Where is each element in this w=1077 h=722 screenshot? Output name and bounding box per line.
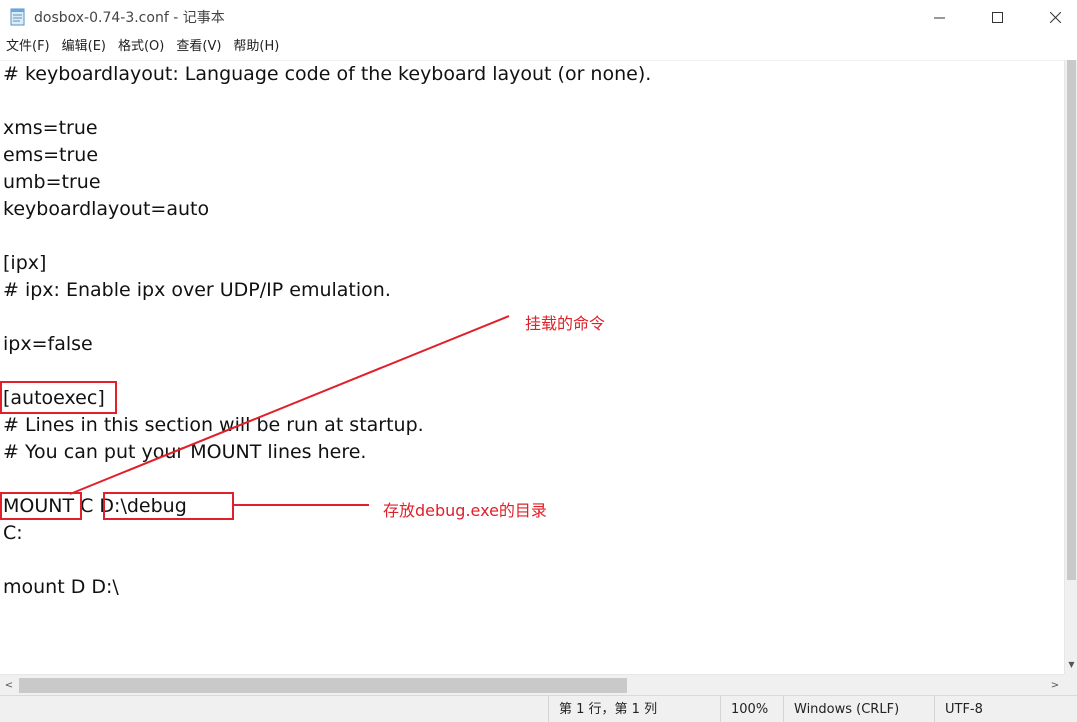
cursor-position: 第 1 行，第 1 列 — [548, 696, 657, 722]
line-ending: Windows (CRLF) — [783, 696, 899, 722]
minimize-button[interactable] — [914, 0, 964, 34]
horizontal-scrollbar[interactable]: < > — [0, 674, 1064, 695]
menu-bar: 文件(F) 编辑(E) 格式(O) 查看(V) 帮助(H) — [0, 36, 285, 58]
text-line: keyboardlayout=auto — [3, 198, 210, 220]
text-line: mount D D:\ — [3, 576, 119, 598]
text-line: umb=true — [3, 171, 101, 193]
encoding: UTF-8 — [934, 696, 983, 722]
menu-help[interactable]: 帮助(H) — [227, 36, 285, 58]
text-line: # Lines in this section will be run at s… — [3, 414, 424, 436]
vertical-scroll-thumb[interactable] — [1067, 60, 1076, 580]
status-bar: 第 1 行，第 1 列 100% Windows (CRLF) UTF-8 — [0, 695, 1077, 722]
maximize-button[interactable] — [972, 0, 1022, 34]
menu-view[interactable]: 查看(V) — [170, 36, 227, 58]
maximize-icon — [991, 11, 1003, 23]
scrollbar-corner — [1064, 674, 1077, 695]
menu-file[interactable]: 文件(F) — [0, 36, 56, 58]
scroll-down-arrow-icon[interactable]: ▼ — [1065, 656, 1077, 672]
zoom-level: 100% — [720, 696, 768, 722]
vertical-scrollbar[interactable]: ▼ — [1064, 60, 1077, 674]
text-line: # You can put your MOUNT lines here. — [3, 441, 367, 463]
text-line: C: — [3, 522, 23, 544]
title-bar[interactable]: dosbox-0.74-3.conf - 记事本 — [0, 0, 1077, 34]
text-line: [ipx] — [3, 252, 47, 274]
text-line: xms=true — [3, 117, 98, 139]
window-title: dosbox-0.74-3.conf - 记事本 — [34, 10, 225, 26]
menu-edit[interactable]: 编辑(E) — [56, 36, 112, 58]
text-editor[interactable]: # keyboardlayout: Language code of the k… — [0, 60, 1064, 674]
text-line: ems=true — [3, 144, 99, 166]
scroll-left-arrow-icon[interactable]: < — [0, 675, 18, 696]
text-line: # keyboardlayout: Language code of the k… — [3, 63, 652, 85]
text-line: [autoexec] — [3, 387, 105, 409]
debug-dir-label: 存放debug.exe的目录 — [383, 501, 547, 520]
minimize-icon — [933, 12, 945, 23]
text-line: ipx=false — [3, 333, 93, 355]
scroll-right-arrow-icon[interactable]: > — [1046, 675, 1064, 696]
menu-format[interactable]: 格式(O) — [112, 36, 170, 58]
horizontal-scroll-thumb[interactable] — [19, 678, 627, 693]
mount-command-label: 挂载的命令 — [525, 314, 606, 333]
text-line: MOUNT C D:\debug — [3, 495, 187, 517]
close-button[interactable] — [1030, 0, 1077, 34]
notepad-icon — [9, 8, 26, 26]
close-icon — [1049, 11, 1061, 23]
text-line: # ipx: Enable ipx over UDP/IP emulation. — [3, 279, 391, 301]
